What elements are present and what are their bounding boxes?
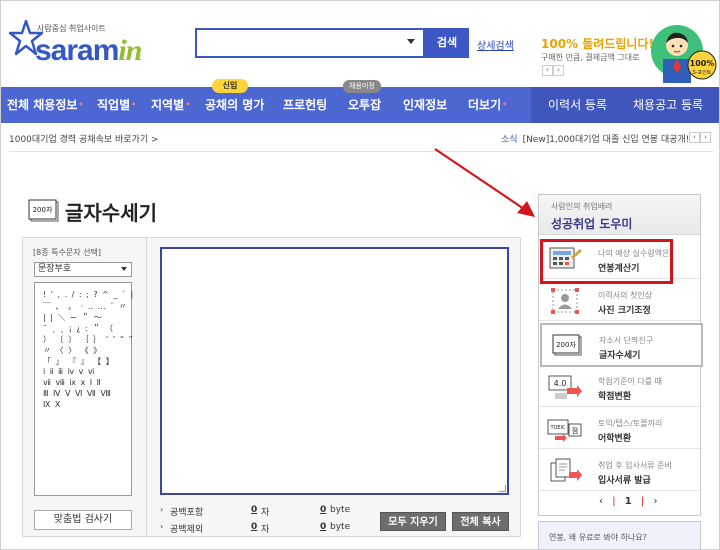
sidebar-item-character-count-active[interactable]: 200자 자소서 단짝친구 글자수세기: [540, 323, 703, 367]
search-box[interactable]: [195, 28, 425, 58]
sidebar-pager: ‹ | 1 | ›: [599, 496, 658, 507]
tool-icon-text: 200자: [33, 205, 53, 214]
resize-handle-icon[interactable]: [499, 485, 506, 492]
salary-info-banner[interactable]: 연봉, 왜 유료로 봐야 하나요?: [538, 521, 701, 549]
byte-count-with-spaces: 0: [320, 505, 327, 515]
character-count-icon: 200자: [28, 199, 59, 222]
special-char-list[interactable]: ! ' , . / : ; ? ^ _ ` | ￣ 、 。 · ‥ … ¨ 〃 …: [34, 282, 134, 496]
grade-convert-icon: 4.0: [548, 375, 582, 399]
news-text[interactable]: [New]1,000대기업 대졸 신입 연봉 대공개!: [523, 135, 690, 145]
clear-all-button[interactable]: 모두 지우기: [380, 512, 446, 531]
new-badge: 신입: [212, 79, 248, 93]
char-row[interactable]: ￣ 、 。 · ‥ … ¨ 〃: [43, 301, 128, 312]
promo-pager: ‹ ›: [542, 65, 564, 76]
char-count-without-spaces: 0: [251, 522, 258, 532]
page-title: 글자수세기: [65, 201, 157, 225]
nav-item-register-posting[interactable]: 채용공고 등록: [633, 87, 703, 123]
language-convert-icon: TOEIC 점: [547, 419, 582, 442]
char-row[interactable]: 「 」 『 』 【 】: [43, 356, 115, 367]
sidebar-header: 사람인의 취업배려 성공취업 도우미: [539, 195, 700, 235]
chevron-down-icon[interactable]: [407, 39, 415, 44]
char-count-with-spaces: 0: [251, 505, 258, 515]
promo-title[interactable]: 100% 돌려드립니다!: [541, 35, 654, 52]
search-input[interactable]: [197, 30, 402, 56]
nav-item-prohunting[interactable]: 프로헌팅: [283, 87, 327, 123]
news-label: 소식: [501, 135, 518, 145]
sidebar-prev-arrow-icon[interactable]: ‹: [599, 496, 603, 507]
char-row[interactable]: ） 〔 〕 ｛ ｝ ‘ ’ “ ”: [43, 334, 134, 345]
special-char-select[interactable]: 문장부호: [34, 262, 132, 277]
char-row[interactable]: Ⅲ Ⅳ Ⅴ Ⅵ Ⅶ Ⅷ: [43, 389, 112, 398]
character-count-icon: 200자: [552, 334, 582, 356]
char-row[interactable]: ! ' , . / : ; ? ^ _ ` |: [43, 290, 134, 299]
photo-resize-icon: [551, 288, 579, 314]
sidebar-item-document-issue[interactable]: 취업 후 입사서류 준비 입사서류 발급: [539, 451, 700, 491]
nav-item-all-jobs[interactable]: 전체 채용정보•: [7, 87, 84, 123]
byte-count-without-spaces: 0: [320, 522, 327, 532]
promo-subtitle: 구매한 만큼, 결제금액 그대로: [541, 53, 640, 62]
logo-wordmark: saramin: [35, 34, 142, 67]
nav-item-more[interactable]: 더보기•: [468, 87, 507, 123]
news-ticker[interactable]: 소식 [New]1,000대기업 대졸 신입 연봉 대공개!: [501, 132, 689, 145]
bullet-icon: ›: [160, 522, 164, 531]
divider: [9, 151, 713, 152]
saramin-logo[interactable]: 사람중심 취업사이트 saramin: [9, 19, 149, 75]
sidebar-next-arrow-icon[interactable]: ›: [653, 496, 657, 507]
char-row[interactable]: ⅶ ⅷ ⅸ ⅹ Ⅰ Ⅱ: [43, 378, 102, 387]
promo-prev-arrow-icon[interactable]: ‹: [542, 65, 553, 76]
sidebar-count-icon-text: 200자: [556, 340, 576, 349]
char-row[interactable]: ˘ ¸ ˛ ¡ ¿ ː ＂ （: [43, 323, 114, 334]
ticker-pager: ‹ ›: [689, 132, 711, 143]
grade-icon-text: 4.0: [554, 379, 567, 388]
document-issue-icon: [550, 458, 582, 482]
browser-frame: 사람중심 취업사이트 saramin 검색 상세검색 100% 돌려드립니다! …: [0, 0, 720, 550]
search-button[interactable]: 검색: [425, 28, 469, 58]
text-input-area[interactable]: [160, 247, 509, 495]
top1000-link[interactable]: 1000대기업 경력 공채속보 바로가기 >: [9, 132, 159, 145]
copy-all-button[interactable]: 전체 복사: [452, 512, 509, 531]
nav-item-by-job[interactable]: 직업별•: [97, 87, 136, 123]
spell-check-button[interactable]: 맞춤법 검사기: [34, 510, 132, 530]
char-row[interactable]: | | ＼ ∼ ＂ ～: [43, 312, 103, 323]
mascot-character-icon[interactable]: 100% S-포인트: [647, 21, 717, 83]
sidebar-title: 성공취업 도우미: [551, 217, 633, 231]
char-row[interactable]: 〃 〈 〉 《 》: [43, 345, 102, 356]
char-row[interactable]: Ⅸ Ⅹ: [43, 400, 61, 409]
ticker-prev-arrow-icon[interactable]: ‹: [689, 132, 700, 143]
sidebar-page-current: 1: [624, 496, 632, 507]
special-char-label: [8종 특수문자 선택]: [33, 248, 101, 257]
ticker-next-arrow-icon[interactable]: ›: [700, 132, 711, 143]
sidebar-item-grade-convert[interactable]: 4.0 학점기준이 다를 때 학점변환: [539, 367, 700, 407]
sidebar-item-photo-resize[interactable]: 이력서의 첫인상 사진 크기조정: [539, 281, 700, 321]
nav-item-register-resume[interactable]: 이력서 등록: [548, 87, 607, 123]
detail-search-link[interactable]: 상세검색: [477, 37, 514, 52]
language-icon-unit: 점: [572, 427, 578, 435]
mascot-badge-text: 100%: [690, 59, 715, 68]
bullet-icon: ›: [160, 505, 164, 514]
promo-next-arrow-icon[interactable]: ›: [553, 65, 564, 76]
character-counter-panel: [8종 특수문자 선택] 문장부호 ! ' , . / : ; ? ^ _ ` …: [22, 237, 521, 537]
chevron-down-icon[interactable]: [121, 267, 127, 271]
nav-item-by-region[interactable]: 지역별•: [151, 87, 190, 123]
special-char-column: [8종 특수문자 선택] 문장부호 ! ' , . / : ; ? ^ _ ` …: [23, 238, 147, 536]
sidebar-item-language-convert[interactable]: TOEIC 점 토익/텝스/토플끼리 어학변환: [539, 409, 700, 449]
nav-right-section: 이력서 등록 채용공고 등록: [531, 87, 719, 123]
mascot-badge-subtext: S-포인트: [693, 69, 712, 76]
nav-item-talent[interactable]: 인재정보: [403, 87, 447, 123]
language-icon-text: TOEIC: [549, 425, 566, 431]
hiring-badge: 채용미정: [343, 80, 381, 93]
highlight-box: [540, 239, 673, 284]
char-row[interactable]: ⅰ ⅱ ⅲ ⅳ ⅴ ⅵ: [43, 367, 95, 376]
